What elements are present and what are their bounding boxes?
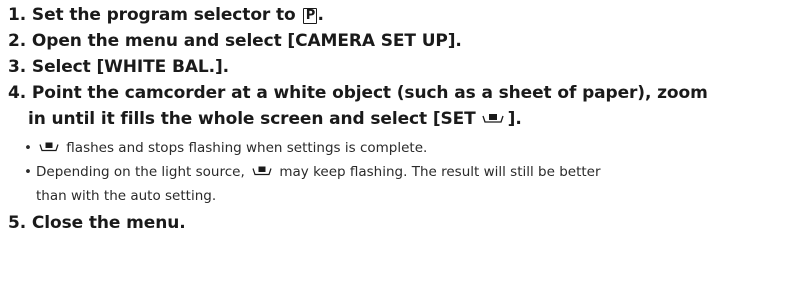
note-text-pre: Depending on the light source,	[36, 164, 245, 180]
step-number: 3.	[8, 57, 27, 77]
step-4-notes: • flashes and stops flashing when settin…	[8, 136, 783, 208]
step-text-line-2-post: ].	[507, 109, 522, 129]
step-text: Open the menu and select [CAMERA SET UP]…	[31, 31, 462, 51]
note-text-post: may keep flashing. The result will still…	[279, 164, 601, 180]
note-item: • Depending on the light source, may kee…	[24, 160, 783, 208]
step-number: 5.	[8, 213, 27, 233]
step-text: Select [WHITE BAL.].	[31, 57, 230, 77]
bullet-dot: •	[24, 140, 32, 156]
step-1: 1. Set the program selector to P.	[8, 2, 783, 28]
step-text-line-2: in until it fills the whole screen and s…	[8, 106, 783, 132]
white-balance-icon	[252, 160, 272, 184]
step-text-line-1: Point the camcorder at a white object (s…	[31, 83, 708, 103]
step-text-line-2-pre: in until it fills the whole screen and s…	[28, 109, 476, 129]
step-3: 3. Select [WHITE BAL.].	[8, 54, 783, 80]
bullet-dot: •	[24, 164, 32, 180]
step-5: 5. Close the menu.	[8, 210, 783, 236]
step-number: 2.	[8, 31, 27, 51]
step-2: 2. Open the menu and select [CAMERA SET …	[8, 28, 783, 54]
note-text-continuation: than with the auto setting.	[36, 188, 217, 204]
program-mode-icon: P	[303, 8, 318, 24]
white-balance-icon	[482, 106, 504, 132]
step-text: Set the program selector to	[31, 5, 296, 25]
step-text: Close the menu.	[31, 213, 186, 233]
step-number: 4.	[8, 83, 27, 103]
step-4: 4. Point the camcorder at a white object…	[8, 80, 783, 132]
instruction-page: 1. Set the program selector to P. 2. Ope…	[8, 2, 783, 236]
white-balance-icon	[39, 136, 59, 160]
step-number: 1.	[8, 5, 27, 25]
note-item: • flashes and stops flashing when settin…	[24, 136, 783, 160]
note-text: flashes and stops flashing when settings…	[66, 140, 428, 156]
step-end: .	[317, 5, 324, 25]
